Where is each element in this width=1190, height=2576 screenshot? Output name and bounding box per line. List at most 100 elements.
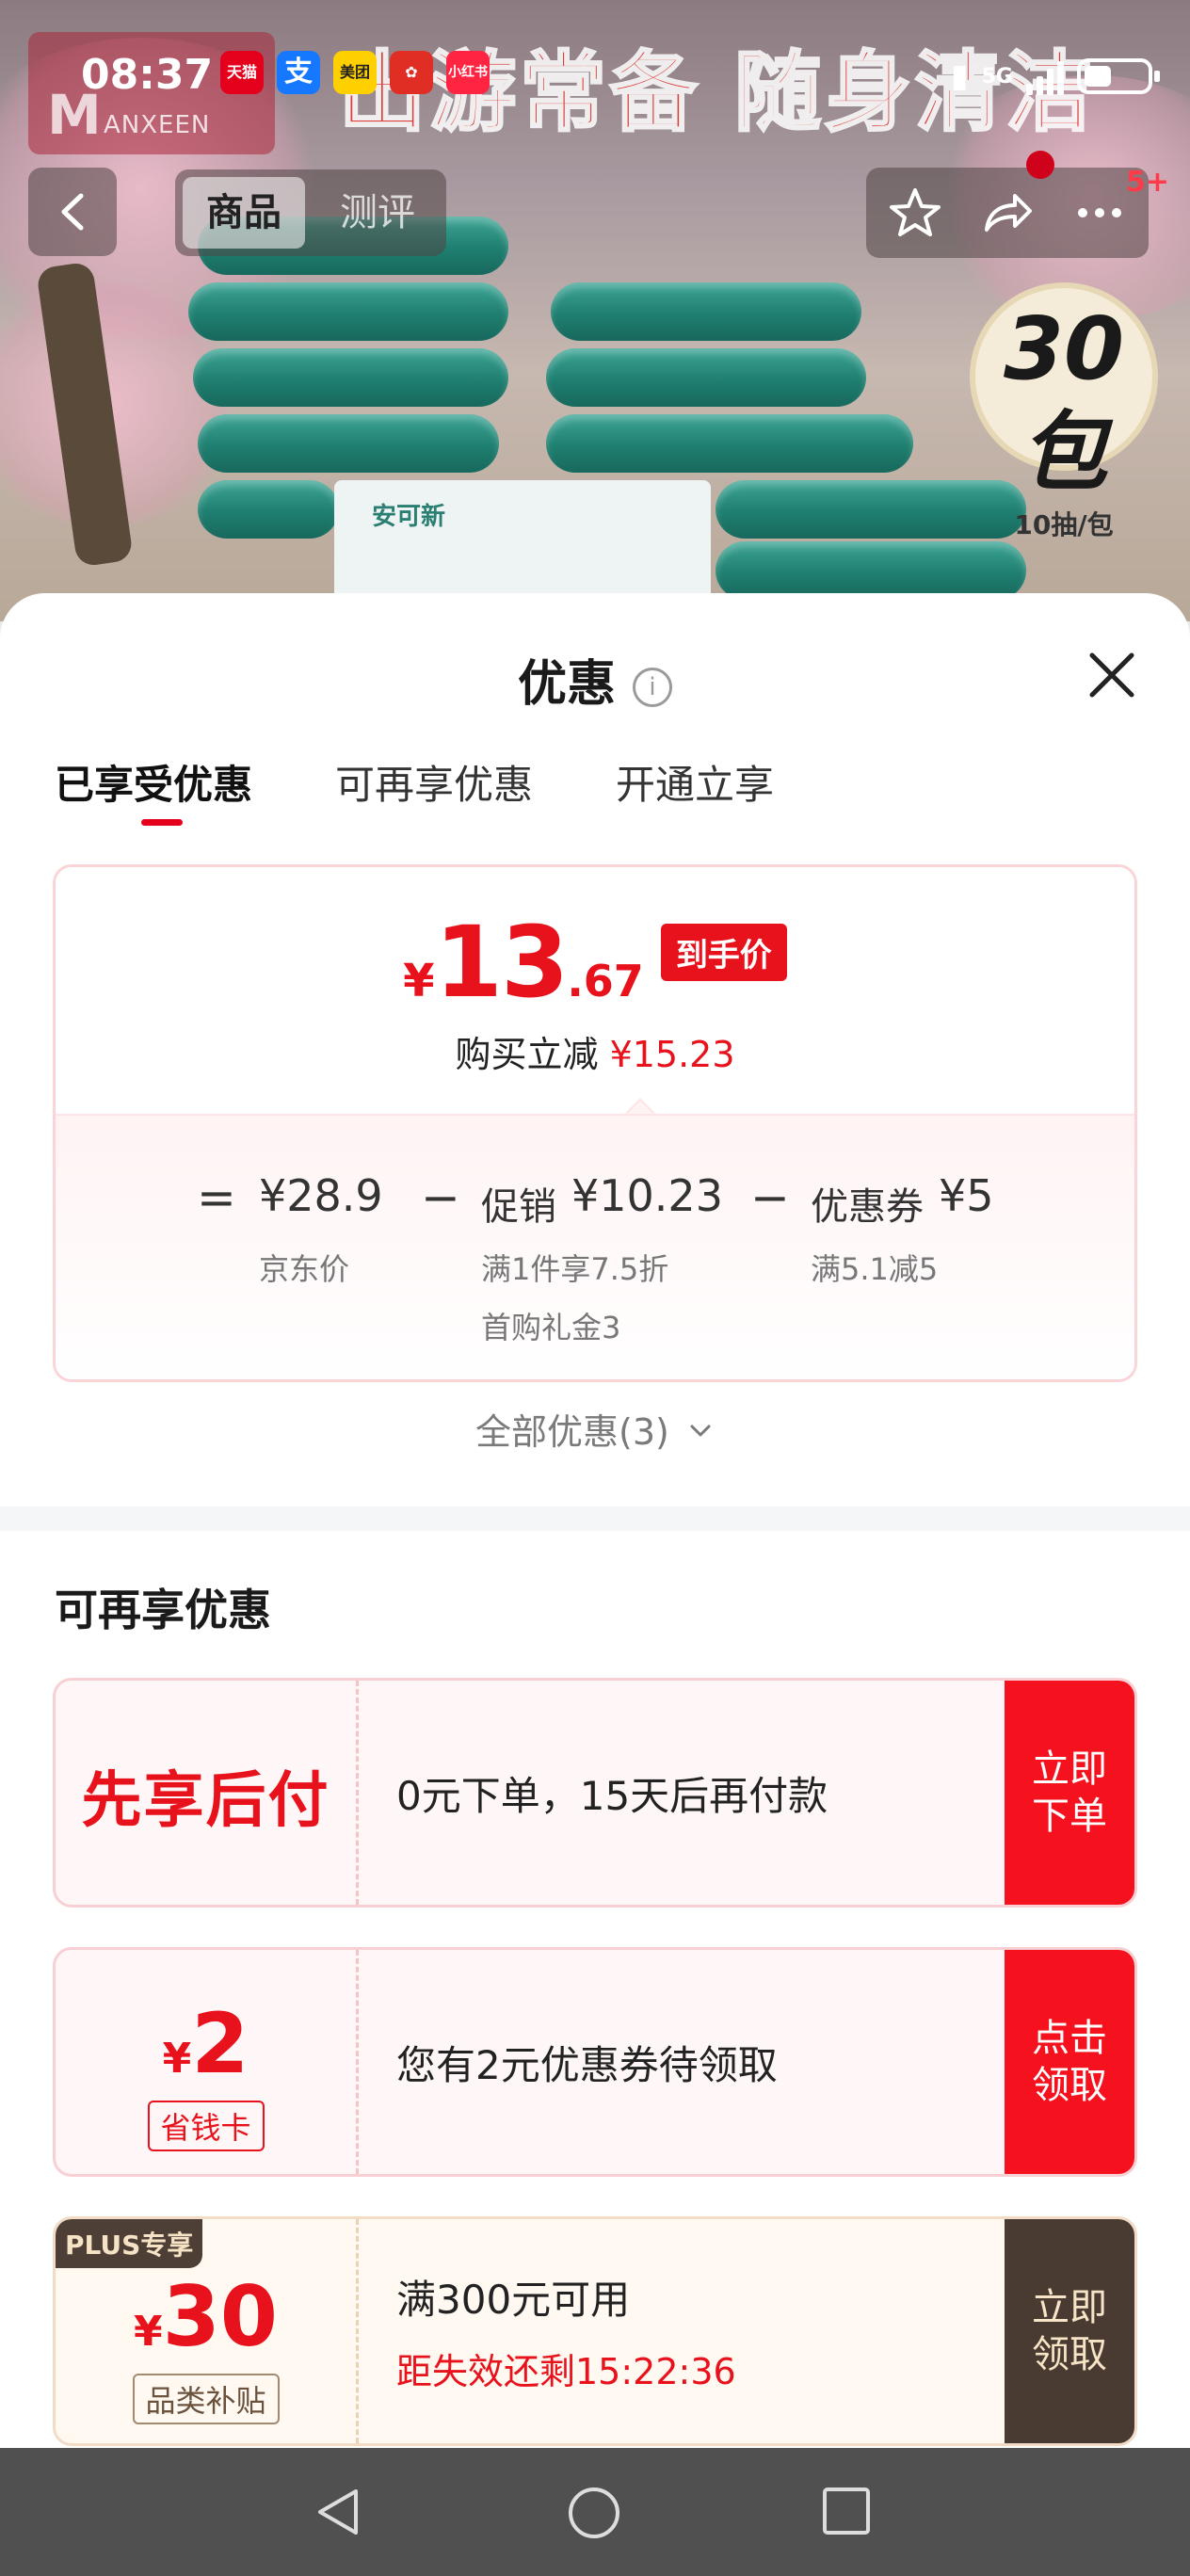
wipes-pack xyxy=(198,414,499,473)
nav-home-icon[interactable] xyxy=(565,2484,623,2542)
wipes-pack xyxy=(551,282,861,341)
button-label: 点击领取 xyxy=(1032,2017,1107,2107)
close-icon[interactable] xyxy=(1083,646,1141,704)
discount-sheet: 优惠 i 已享受优惠 可再享优惠 开通立享 ¥13.67 到手价 购买立减 ¥15.… xyxy=(0,593,1190,2576)
discount-tabs: 已享受优惠 可再享优惠 开通立享 xyxy=(55,753,774,826)
coupon-pay-later: 先享后付 0元下单，15天后再付款 立即下单 xyxy=(53,1678,1137,1908)
instant-reduction: 购买立减 ¥15.23 xyxy=(56,1025,1134,1077)
promo-amount: ¥10.23 xyxy=(571,1170,723,1221)
message-count-badge: 5+ xyxy=(1126,166,1170,199)
price-currency: ¥ xyxy=(403,955,435,1007)
wipes-pack xyxy=(193,348,508,407)
reduction-label: 购买立减 xyxy=(455,1034,599,1075)
coupon-body: 0元下单，15天后再付款 xyxy=(396,1681,828,1905)
claim-plus-coupon-button[interactable]: 立即领取 xyxy=(1005,2219,1134,2443)
coupon-label: 优惠券 xyxy=(811,1185,924,1229)
share-icon[interactable] xyxy=(979,185,1036,241)
minus-sign: − xyxy=(750,1170,790,1225)
status-bar: 08:37 天猫 支 美团 ✿ 小红书 ▮ 5G xyxy=(0,38,1190,113)
alipay-app-icon: 支 xyxy=(277,51,320,94)
coupon-type-pill: 品类补贴 xyxy=(132,2374,280,2424)
wipes-pack xyxy=(546,414,913,473)
final-price-card: ¥13.67 到手价 购买立减 ¥15.23 = ¥28.9 − 促销 ¥10.2… xyxy=(53,864,1137,1382)
order-now-button[interactable]: 立即下单 xyxy=(1005,1681,1134,1905)
wipes-pack xyxy=(188,282,508,341)
coupon-plus-subsidy: PLUS专享 ¥30 品类补贴 满300元可用 距失效还剩15:22:36 立即… xyxy=(53,2216,1137,2446)
more-icon[interactable] xyxy=(1071,185,1128,241)
equals-sign: = xyxy=(197,1170,236,1225)
final-price-section: ¥13.67 到手价 购买立减 ¥15.23 xyxy=(56,867,1134,1114)
all-offers-toggle[interactable]: 全部优惠(3) xyxy=(0,1403,1190,1455)
currency: ¥ xyxy=(162,2035,192,2083)
promo-note-gift: 首购礼金3 xyxy=(481,1310,621,1345)
button-label: 立即领取 xyxy=(1032,2286,1107,2376)
wipes-pack xyxy=(198,480,339,539)
coupon-amount: ¥30 xyxy=(56,2268,356,2365)
nav-recents-icon[interactable] xyxy=(819,2484,874,2538)
meituan-app-icon: 美团 xyxy=(333,51,377,94)
coupon-description: 您有2元优惠券待领取 xyxy=(396,2041,778,2088)
detail-tab-switcher: 商品 测评 xyxy=(175,169,446,256)
notification-dot xyxy=(1026,151,1054,179)
chevron-down-icon xyxy=(690,1425,711,1437)
vibrate-icon: ▮ xyxy=(950,57,969,95)
wipes-pack xyxy=(546,348,866,407)
favorite-star-icon[interactable] xyxy=(887,185,943,241)
jd-price: ¥28.9 xyxy=(259,1170,383,1221)
tab-review[interactable]: 测评 xyxy=(316,177,439,249)
promo-label: 促销 xyxy=(481,1185,556,1229)
tab-product[interactable]: 商品 xyxy=(183,177,305,249)
nav-back-icon[interactable] xyxy=(311,2484,367,2540)
status-indicators: ▮ 5G xyxy=(950,55,1160,98)
tab-activate-discounts[interactable]: 开通立享 xyxy=(616,753,774,811)
coupon-description: 满300元可用 xyxy=(396,2277,631,2323)
network-type: 5G xyxy=(981,64,1013,89)
tab-enjoyed-discounts[interactable]: 已享受优惠 xyxy=(55,753,252,826)
coupon-type-pill: 省钱卡 xyxy=(147,2101,265,2151)
back-arrow-icon xyxy=(61,193,84,231)
button-label: 立即下单 xyxy=(1032,1747,1107,1838)
coupon-note: 满5.1减5 xyxy=(811,1251,939,1287)
brand-logo-text: ANXEEN xyxy=(104,111,211,139)
signal-icon xyxy=(1026,57,1064,95)
status-time: 08:37 xyxy=(81,51,214,99)
coupon-amount: ¥2 xyxy=(56,1995,356,2092)
section-divider xyxy=(0,1506,1190,1531)
sheet-title: 优惠 xyxy=(517,656,616,713)
battery-icon xyxy=(1077,58,1160,94)
tmall-app-icon: 天猫 xyxy=(220,51,264,94)
system-nav-bar xyxy=(0,2448,1190,2576)
expiry-countdown: 距失效还剩15:22:36 xyxy=(396,2351,736,2392)
final-price: ¥13.67 到手价 xyxy=(56,905,1134,1020)
minus-sign: − xyxy=(421,1170,460,1225)
jd-price-label: 京东价 xyxy=(259,1251,350,1287)
coupon-body: 您有2元优惠券待领取 xyxy=(396,1950,778,2174)
amount: 30 xyxy=(162,2268,279,2365)
back-button[interactable] xyxy=(28,168,117,256)
pack-count-sub: 10抽/包 xyxy=(1014,509,1114,540)
pack-count-badge: 30包 10抽/包 xyxy=(970,282,1158,540)
price-integer: 13 xyxy=(434,905,570,1020)
price-breakdown: = ¥28.9 − 促销 ¥10.23 − 优惠券 ¥5 京东价 满1件享7.5… xyxy=(56,1114,1134,1379)
final-price-tag: 到手价 xyxy=(660,924,787,981)
xiaohongshu-app-icon: 小红书 xyxy=(446,51,490,94)
coupon-description: 0元下单，15天后再付款 xyxy=(396,1772,828,1819)
pack-count: 30包 xyxy=(1003,298,1125,503)
all-offers-label: 全部优惠(3) xyxy=(475,1411,669,1453)
pay-later-title: 先享后付 xyxy=(81,1766,330,1836)
tab-more-discounts[interactable]: 可再享优惠 xyxy=(335,753,533,811)
top-actions xyxy=(866,168,1149,258)
coupon-amount: ¥5 xyxy=(939,1170,994,1221)
reduction-amount: ¥15.23 xyxy=(609,1034,735,1075)
coupon-body: 满300元可用 距失效还剩15:22:36 xyxy=(396,2219,736,2443)
coupon-left: ¥30 品类补贴 xyxy=(56,2219,359,2443)
section-title: 可再享优惠 xyxy=(55,1585,271,1635)
claim-coupon-button[interactable]: 点击领取 xyxy=(1005,1950,1134,2174)
amount: 2 xyxy=(191,1995,249,2092)
wipes-pack xyxy=(716,541,1026,600)
info-icon[interactable]: i xyxy=(633,668,672,707)
product-brand: 安可新 xyxy=(372,503,446,531)
currency: ¥ xyxy=(133,2308,163,2356)
sheet-title-row: 优惠 i xyxy=(0,644,1190,715)
price-decimal: .67 xyxy=(567,956,644,1006)
